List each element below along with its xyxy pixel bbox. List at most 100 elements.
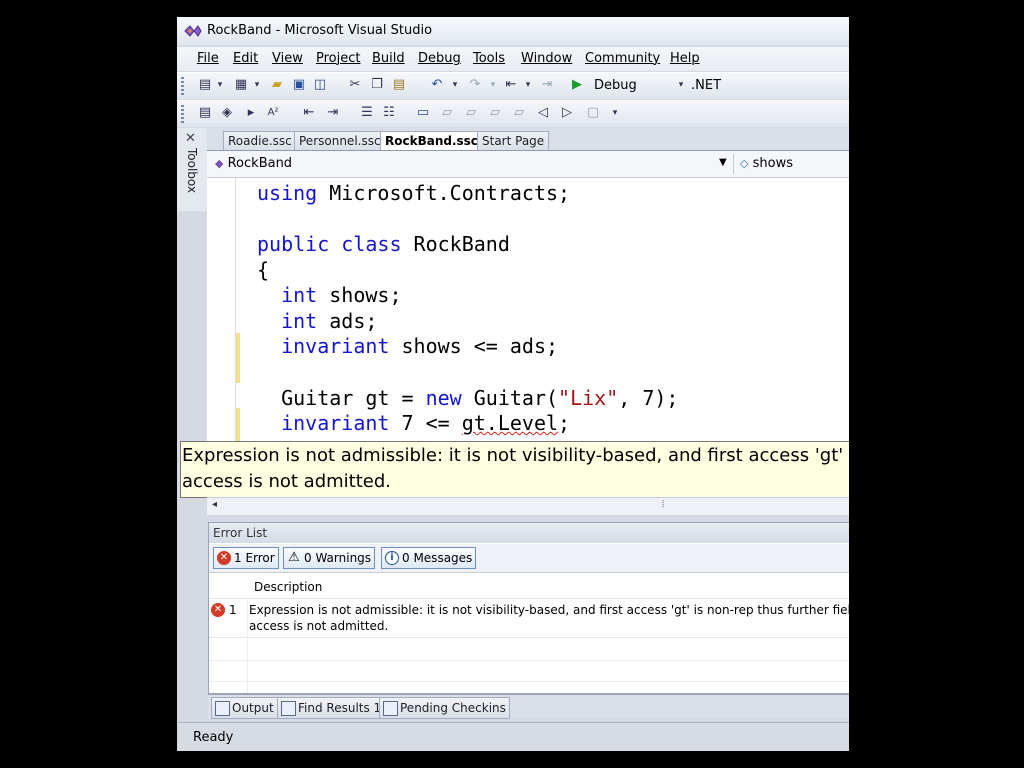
save-icon[interactable]: ▣ <box>291 77 307 93</box>
member-combo[interactable]: ◇ shows <box>740 154 793 174</box>
copy-icon[interactable]: ❐ <box>369 77 385 93</box>
tab-start-page[interactable]: Start Page <box>477 131 550 150</box>
menu-help[interactable]: Help <box>670 51 700 66</box>
toolbar-grip[interactable] <box>181 105 184 123</box>
code-keyword: invariant <box>281 411 390 435</box>
clear-bookmarks-icon[interactable]: ▢ <box>585 105 601 121</box>
status-bar: Ready <box>177 722 849 751</box>
comment-lines-icon[interactable]: ☰ <box>359 105 375 121</box>
dropdown-arrow-icon[interactable]: ▾ <box>212 77 228 93</box>
parameter-info-icon[interactable]: ◈ <box>219 105 235 121</box>
errors-filter-label: 1 Error <box>234 551 275 565</box>
error-number: 1 <box>229 603 237 617</box>
next-bookmark-doc-icon[interactable]: ▷ <box>559 105 575 121</box>
menu-window[interactable]: Window <box>521 51 572 66</box>
menu-build[interactable]: Build <box>372 51 405 66</box>
solution-platform-combo[interactable]: .NET <box>691 78 721 93</box>
messages-filter-button[interactable]: i 0 Messages <box>381 547 477 569</box>
menu-file[interactable]: File <box>197 51 219 66</box>
scroll-thumb-grip-icon[interactable]: ⦙ <box>662 499 664 510</box>
dropdown-arrow-icon[interactable]: ▾ <box>673 77 689 93</box>
new-project-icon[interactable]: ▤ <box>197 77 213 93</box>
decrease-indent-icon[interactable]: ⇤ <box>301 105 317 121</box>
tab-pending-checkins[interactable]: Pending Checkins <box>379 697 510 719</box>
field-icon: ◇ <box>740 157 749 170</box>
save-all-icon[interactable]: ◫ <box>312 77 328 93</box>
code-text: shows <= ads; <box>389 334 559 358</box>
class-icon: ◆ <box>215 157 224 170</box>
menu-edit[interactable]: Edit <box>233 51 258 66</box>
tab-personnel[interactable]: Personnel.ssc <box>294 131 386 150</box>
errors-filter-button[interactable]: ✕ 1 Error <box>213 547 279 569</box>
code-text: Guitar( <box>461 386 559 410</box>
add-item-icon[interactable]: ▦ <box>233 77 249 93</box>
tab-find-results-label: Find Results 1 <box>298 701 382 715</box>
navigate-forward-icon[interactable]: ⇥ <box>539 77 555 93</box>
error-squiggle[interactable]: gt.Level <box>462 411 558 435</box>
change-marker <box>236 333 240 383</box>
dropdown-arrow-icon[interactable]: ▾ <box>485 77 501 93</box>
next-bookmark-icon[interactable]: ▱ <box>463 105 479 121</box>
dropdown-arrow-icon[interactable]: ▾ <box>249 77 265 93</box>
start-debugging-icon[interactable]: ▶ <box>569 77 585 93</box>
tooltip-line: Expression is not admissible: it is not … <box>182 445 849 466</box>
code-string: "Lix" <box>558 386 619 410</box>
previous-bookmark-icon[interactable]: ▱ <box>439 105 455 121</box>
type-combo[interactable]: ◆ RockBand <box>215 154 292 174</box>
next-bookmark-folder-icon[interactable]: ▱ <box>511 105 527 121</box>
code-keyword: int <box>281 283 318 307</box>
code-keyword: new <box>425 386 462 410</box>
undo-icon[interactable]: ↶ <box>429 77 445 93</box>
menu-debug[interactable]: Debug <box>418 51 461 66</box>
code-line: Guitar gt = new Guitar("Lix", 7); <box>257 386 678 410</box>
error-list-title: Error List <box>213 526 268 540</box>
menu-community[interactable]: Community <box>585 51 660 66</box>
previous-bookmark-folder-icon[interactable]: ▱ <box>487 105 503 121</box>
window-title: RockBand - Microsoft Visual Studio <box>207 23 433 38</box>
toolbar-options-icon[interactable]: ▾ <box>607 105 623 121</box>
previous-bookmark-doc-icon[interactable]: ◁ <box>535 105 551 121</box>
toolbox-strip[interactable]: ✕ Toolbox <box>177 128 208 211</box>
toolbox-label: Toolbox <box>185 148 199 193</box>
dropdown-arrow-icon[interactable]: ▾ <box>447 77 463 93</box>
paste-icon[interactable]: ▤ <box>391 77 407 93</box>
code-text: Microsoft.Contracts; <box>317 181 571 205</box>
tab-roadie[interactable]: Roadie.ssc <box>223 131 297 150</box>
tab-output[interactable]: Output <box>211 697 278 719</box>
toolbar-grip[interactable] <box>181 77 184 95</box>
warnings-filter-button[interactable]: ⚠ 0 Warnings <box>283 547 376 569</box>
dropdown-arrow-icon[interactable]: ▼ <box>719 157 727 168</box>
horizontal-scrollbar[interactable]: ◂ ⦙ <box>207 497 849 515</box>
code-text: shows; <box>317 283 402 307</box>
tab-find-results[interactable]: Find Results 1 <box>277 697 386 719</box>
menu-project[interactable]: Project <box>316 51 360 66</box>
navigate-backward-icon[interactable]: ⇤ <box>503 77 519 93</box>
complete-word-icon[interactable]: A² <box>265 105 281 121</box>
uncomment-lines-icon[interactable]: ☷ <box>381 105 397 121</box>
warnings-filter-label: 0 Warnings <box>304 551 372 565</box>
solution-config-combo[interactable]: Debug <box>594 78 637 93</box>
error-list-filterbar: ✕ 1 Error ⚠ 0 Warnings i 0 Messages <box>209 544 849 573</box>
menu-tools[interactable]: Tools <box>473 51 505 66</box>
cut-icon[interactable]: ✂ <box>347 77 363 93</box>
code-text: { <box>257 258 270 282</box>
description-column-header[interactable]: Description <box>209 576 849 599</box>
tab-rockband[interactable]: RockBand.ssc* <box>380 131 490 150</box>
code-keyword: invariant <box>281 334 390 358</box>
dropdown-arrow-icon[interactable]: ▾ <box>520 77 536 93</box>
toggle-bookmark-icon[interactable]: ▭ <box>415 105 431 121</box>
list-members-icon[interactable]: ▤ <box>197 105 213 121</box>
code-line: invariant shows <= ads; <box>257 334 558 358</box>
scroll-left-icon[interactable]: ◂ <box>212 499 217 510</box>
redo-icon[interactable]: ↷ <box>467 77 483 93</box>
code-line: int ads; <box>257 309 377 333</box>
code-text: RockBand <box>401 232 510 256</box>
error-row[interactable]: ✕ 1 Expression is not admissible: it is … <box>209 601 849 638</box>
grid-line <box>209 681 849 682</box>
menu-view[interactable]: View <box>272 51 303 66</box>
open-folder-icon[interactable]: ▰ <box>269 77 285 93</box>
quick-info-icon[interactable]: ▸ <box>243 105 259 121</box>
increase-indent-icon[interactable]: ⇥ <box>325 105 341 121</box>
menu-bar: File Edit View Project Build Debug Tools… <box>177 47 849 71</box>
error-description-line: access is not admitted. <box>249 619 389 633</box>
